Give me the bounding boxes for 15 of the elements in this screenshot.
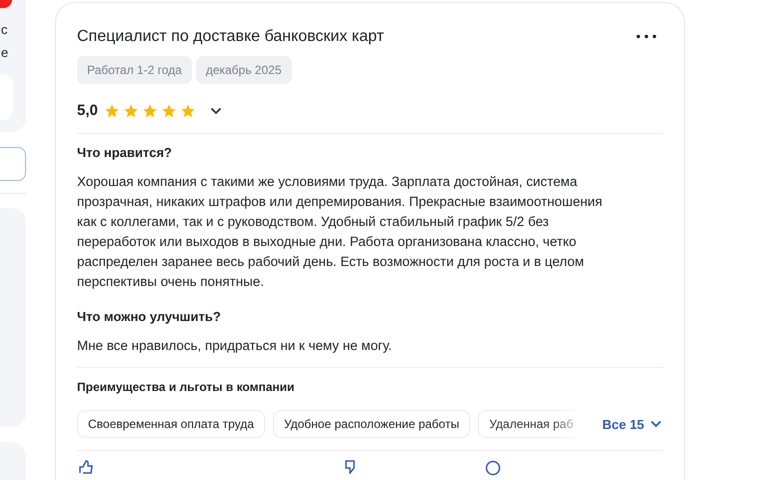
review-text: Хорошая компания с такими же условиями труда. Зарплата достойная, система прозрачная, никаких штрафов или депремирования. Прекрасные взаимоотношения как с коллегами, так и с руководством. Удобный стабильный график 5/2 без переработок или выходов в выходные дни. Работа организована классно, четко распределен заранее весь рабочий день. Есть возможности для роста и в целом перспективы очень понятные. [77,173,604,291]
review-title: Специалист по доставке банковских карт [77,27,384,47]
section-heading: Что нравится? [77,144,173,162]
text-fragment: с [0,21,8,39]
benefits-heading: Преимущества и льготы в компании [77,380,296,394]
section-heading: Что можно улучшить? [77,308,222,326]
rating-value: 5,0 [77,102,98,119]
show-all-button[interactable]: Все 15 [602,416,662,432]
benefit-tag: Удобное расположение работы [272,410,470,438]
more-button[interactable]: ••• [630,30,663,44]
benefit-tag: Своевременная оплата труда [77,410,265,438]
tag: декабрь 2025 [196,56,292,84]
text-fragment: е [0,44,10,62]
tag: Работал 1-2 года [77,56,192,84]
review-text: Мне все нравилось, придраться ни к чему не могу. [77,337,393,355]
